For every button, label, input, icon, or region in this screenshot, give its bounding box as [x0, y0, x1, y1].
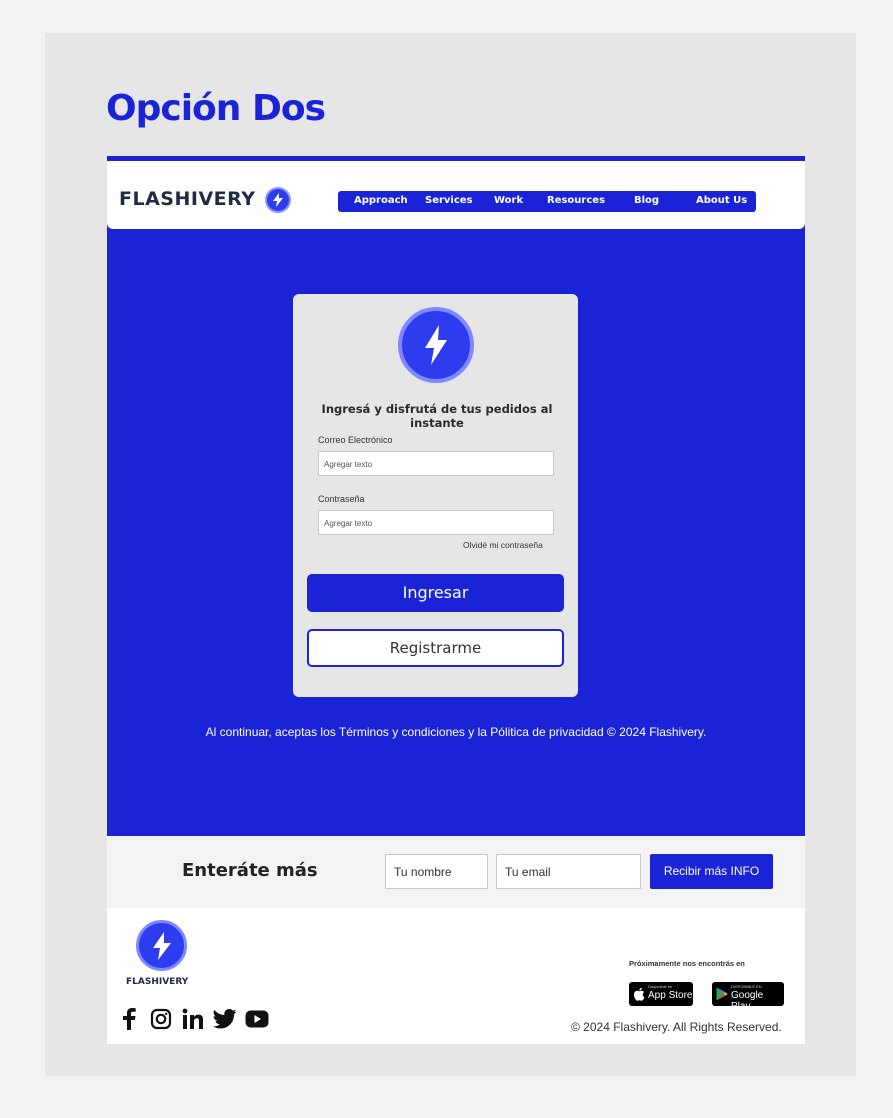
- hero-section: Ingresá y disfrutá de tus pedidos al ins…: [107, 216, 805, 837]
- nav-approach[interactable]: Approach: [354, 195, 408, 206]
- nav-resources[interactable]: Resources: [547, 195, 605, 206]
- instagram-icon[interactable]: [149, 1007, 173, 1031]
- twitter-icon[interactable]: [213, 1007, 237, 1031]
- nav-work[interactable]: Work: [494, 195, 523, 206]
- coming-soon-text: Próximamente nos encontrás en: [629, 959, 745, 968]
- option-title: Opción Dos: [106, 88, 326, 129]
- social-links: [117, 1007, 269, 1031]
- nav-services[interactable]: Services: [425, 195, 473, 206]
- lightning-icon: [398, 307, 474, 383]
- youtube-icon[interactable]: [245, 1007, 269, 1031]
- password-field[interactable]: Agregar texto: [318, 510, 554, 535]
- site-header: FLASHIVERY Approach Services Work Resour…: [107, 161, 805, 229]
- footer-brand: FLASHIVERY: [126, 977, 189, 987]
- login-title: Ingresá y disfrutá de tus pedidos al ins…: [321, 402, 553, 430]
- site-footer: FLASHIVERY Próximamente nos encontrás en…: [107, 908, 805, 1044]
- google-play-text: Google Play: [731, 990, 764, 1012]
- login-button[interactable]: Ingresar: [307, 574, 564, 612]
- newsletter-section: Enteráte más Tu nombre Tu email Recibir …: [107, 836, 805, 908]
- email-field[interactable]: Agregar texto: [318, 451, 554, 476]
- newsletter-email-input[interactable]: Tu email: [496, 854, 641, 889]
- lightning-icon: [265, 187, 291, 213]
- newsletter-name-input[interactable]: Tu nombre: [385, 854, 488, 889]
- app-store-badge[interactable]: Disponible en App Store: [629, 982, 693, 1006]
- facebook-icon[interactable]: [117, 1007, 141, 1031]
- lightning-icon: [136, 920, 187, 971]
- password-label: Contraseña: [318, 494, 365, 504]
- google-play-badge[interactable]: DISPONIBLE EN Google Play: [712, 982, 784, 1012]
- app-store-text: App Store: [648, 990, 693, 1001]
- newsletter-submit-button[interactable]: Recibir más INFO: [650, 854, 773, 889]
- linkedin-icon[interactable]: [181, 1007, 205, 1031]
- copyright-text: © 2024 Flashivery. All Rights Reserved.: [571, 1020, 782, 1034]
- nav-blog[interactable]: Blog: [634, 195, 659, 206]
- brand-logo-text[interactable]: FLASHIVERY: [119, 188, 255, 210]
- google-play-icon: [716, 987, 728, 1001]
- app-store-small-text: Disponible en: [648, 984, 673, 989]
- legal-text: Al continuar, aceptas los Términos y con…: [205, 725, 707, 739]
- email-label: Correo Electrónico: [318, 435, 393, 445]
- google-play-small-text: DISPONIBLE EN: [731, 984, 762, 989]
- forgot-password-link[interactable]: Olvidé mi contraseña: [463, 540, 543, 550]
- register-button[interactable]: Registrarme: [307, 629, 564, 667]
- apple-icon: [633, 987, 645, 1001]
- main-nav: Approach Services Work Resources Blog Ab…: [338, 191, 756, 212]
- nav-about-us[interactable]: About Us: [696, 195, 747, 206]
- newsletter-title: Enteráte más: [182, 860, 318, 881]
- login-card: Ingresá y disfrutá de tus pedidos al ins…: [293, 294, 578, 697]
- page-frame: FLASHIVERY Approach Services Work Resour…: [107, 156, 805, 1044]
